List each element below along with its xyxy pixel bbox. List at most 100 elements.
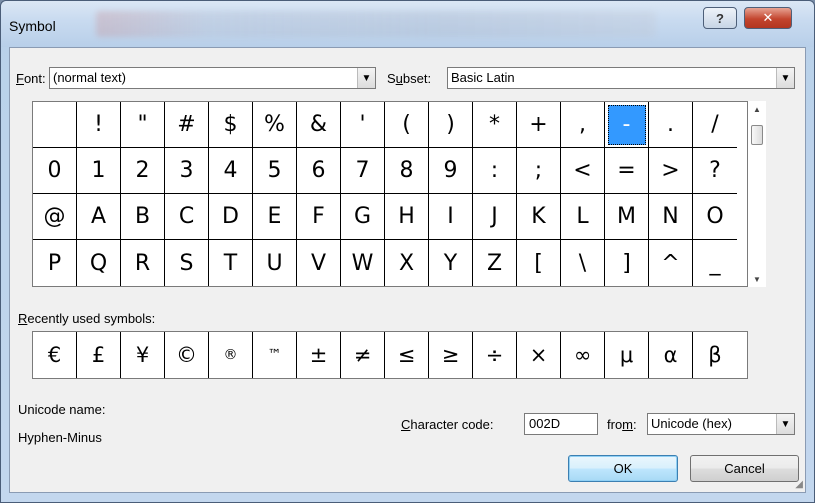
symbol-cell[interactable]: S — [165, 240, 209, 286]
symbol-glyph: Q — [89, 250, 108, 276]
symbol-cell[interactable]: J — [473, 194, 517, 240]
resize-grip-icon[interactable]: ◢ — [795, 479, 803, 490]
symbol-cell[interactable]: N — [649, 194, 693, 240]
character-code-input[interactable]: 002D — [524, 413, 598, 435]
symbol-cell[interactable]: ( — [385, 102, 429, 148]
recent-symbol-cell[interactable]: £ — [77, 332, 121, 378]
symbol-cell[interactable]: 5 — [253, 148, 297, 194]
symbol-cell[interactable]: < — [561, 148, 605, 194]
symbol-cell[interactable]: : — [473, 148, 517, 194]
cancel-button[interactable]: Cancel — [690, 455, 799, 482]
recent-symbol-cell[interactable]: ≤ — [385, 332, 429, 378]
symbol-cell[interactable]: # — [165, 102, 209, 148]
symbol-cell[interactable]: 0 — [33, 148, 77, 194]
symbol-cell[interactable]: R — [121, 240, 165, 286]
close-button[interactable]: ✕ — [744, 7, 792, 29]
symbol-glyph: ) — [446, 112, 455, 137]
symbol-cell[interactable]: > — [649, 148, 693, 194]
symbol-cell[interactable]: W — [341, 240, 385, 286]
symbol-cell[interactable]: I — [429, 194, 473, 240]
symbol-cell[interactable]: $ — [209, 102, 253, 148]
symbol-cell[interactable]: @ — [33, 194, 77, 240]
symbol-cell[interactable] — [33, 102, 77, 148]
scroll-up-icon[interactable]: ▲ — [748, 101, 766, 117]
subset-select[interactable]: Basic Latin ▼ — [447, 67, 795, 89]
symbol-cell[interactable]: ) — [429, 102, 473, 148]
symbol-cell[interactable]: H — [385, 194, 429, 240]
symbol-cell[interactable]: K — [517, 194, 561, 240]
recent-symbol-cell[interactable]: ™ — [253, 332, 297, 378]
symbol-cell[interactable]: F — [297, 194, 341, 240]
symbol-cell[interactable]: _ — [693, 240, 737, 286]
symbol-cell[interactable]: * — [473, 102, 517, 148]
symbol-cell[interactable]: 8 — [385, 148, 429, 194]
symbol-cell[interactable]: % — [253, 102, 297, 148]
chevron-down-icon[interactable]: ▼ — [776, 414, 794, 434]
recent-symbol-cell[interactable]: α — [649, 332, 693, 378]
symbol-cell[interactable]: 4 — [209, 148, 253, 194]
symbol-cell[interactable]: ' — [341, 102, 385, 148]
symbol-cell[interactable]: ^ — [649, 240, 693, 286]
recent-symbol-cell[interactable]: β — [693, 332, 737, 378]
recent-symbol-cell[interactable]: ≠ — [341, 332, 385, 378]
symbol-cell[interactable]: 3 — [165, 148, 209, 194]
recent-symbol-cell[interactable]: μ — [605, 332, 649, 378]
symbol-cell[interactable]: D — [209, 194, 253, 240]
symbol-cell[interactable]: T — [209, 240, 253, 286]
recent-symbol-cell[interactable]: × — [517, 332, 561, 378]
recent-symbol-cell[interactable]: ± — [297, 332, 341, 378]
help-button[interactable]: ? — [703, 7, 737, 29]
symbol-cell[interactable]: 1 — [77, 148, 121, 194]
symbol-cell[interactable]: U — [253, 240, 297, 286]
symbol-cell[interactable]: + — [517, 102, 561, 148]
symbol-cell[interactable]: - — [605, 102, 649, 148]
recent-symbol-cell[interactable]: € — [33, 332, 77, 378]
symbol-cell[interactable]: = — [605, 148, 649, 194]
recent-symbol-cell[interactable]: ® — [209, 332, 253, 378]
symbol-cell[interactable]: Y — [429, 240, 473, 286]
recent-symbol-cell[interactable]: ¥ — [121, 332, 165, 378]
chevron-down-icon[interactable]: ▼ — [776, 68, 794, 88]
symbol-cell[interactable]: \ — [561, 240, 605, 286]
symbol-cell[interactable]: B — [121, 194, 165, 240]
scroll-down-icon[interactable]: ▼ — [748, 271, 766, 287]
font-select[interactable]: (normal text) ▼ — [49, 67, 376, 89]
symbol-cell[interactable]: ; — [517, 148, 561, 194]
symbol-cell[interactable]: Q — [77, 240, 121, 286]
symbol-cell[interactable]: V — [297, 240, 341, 286]
symbol-cell[interactable]: [ — [517, 240, 561, 286]
chevron-down-icon[interactable]: ▼ — [357, 68, 375, 88]
recent-symbol-cell[interactable]: © — [165, 332, 209, 378]
symbol-cell[interactable]: ? — [693, 148, 737, 194]
symbol-cell[interactable]: 6 — [297, 148, 341, 194]
font-label: Font: — [16, 71, 46, 86]
recent-symbol-cell[interactable]: ÷ — [473, 332, 517, 378]
symbol-cell[interactable]: ] — [605, 240, 649, 286]
symbol-cell[interactable]: ! — [77, 102, 121, 148]
scrollbar-thumb[interactable] — [751, 125, 763, 145]
symbol-cell[interactable]: L — [561, 194, 605, 240]
symbol-cell[interactable]: M — [605, 194, 649, 240]
symbol-cell[interactable]: , — [561, 102, 605, 148]
symbol-cell[interactable]: / — [693, 102, 737, 148]
recent-symbol-cell[interactable]: ∞ — [561, 332, 605, 378]
title-bar[interactable]: Symbol ? ✕ — [1, 1, 814, 47]
symbol-cell[interactable]: E — [253, 194, 297, 240]
from-select[interactable]: Unicode (hex) ▼ — [647, 413, 795, 435]
symbol-grid-scrollbar[interactable]: ▲ ▼ — [748, 101, 766, 287]
symbol-cell[interactable]: 9 — [429, 148, 473, 194]
symbol-cell[interactable]: O — [693, 194, 737, 240]
symbol-cell[interactable]: C — [165, 194, 209, 240]
symbol-cell[interactable]: 7 — [341, 148, 385, 194]
symbol-cell[interactable]: X — [385, 240, 429, 286]
symbol-cell[interactable]: . — [649, 102, 693, 148]
symbol-cell[interactable]: G — [341, 194, 385, 240]
recent-symbol-cell[interactable]: ≥ — [429, 332, 473, 378]
ok-button[interactable]: OK — [568, 455, 678, 482]
symbol-cell[interactable]: " — [121, 102, 165, 148]
symbol-cell[interactable]: & — [297, 102, 341, 148]
symbol-cell[interactable]: 2 — [121, 148, 165, 194]
symbol-cell[interactable]: A — [77, 194, 121, 240]
symbol-cell[interactable]: Z — [473, 240, 517, 286]
symbol-cell[interactable]: P — [33, 240, 77, 286]
